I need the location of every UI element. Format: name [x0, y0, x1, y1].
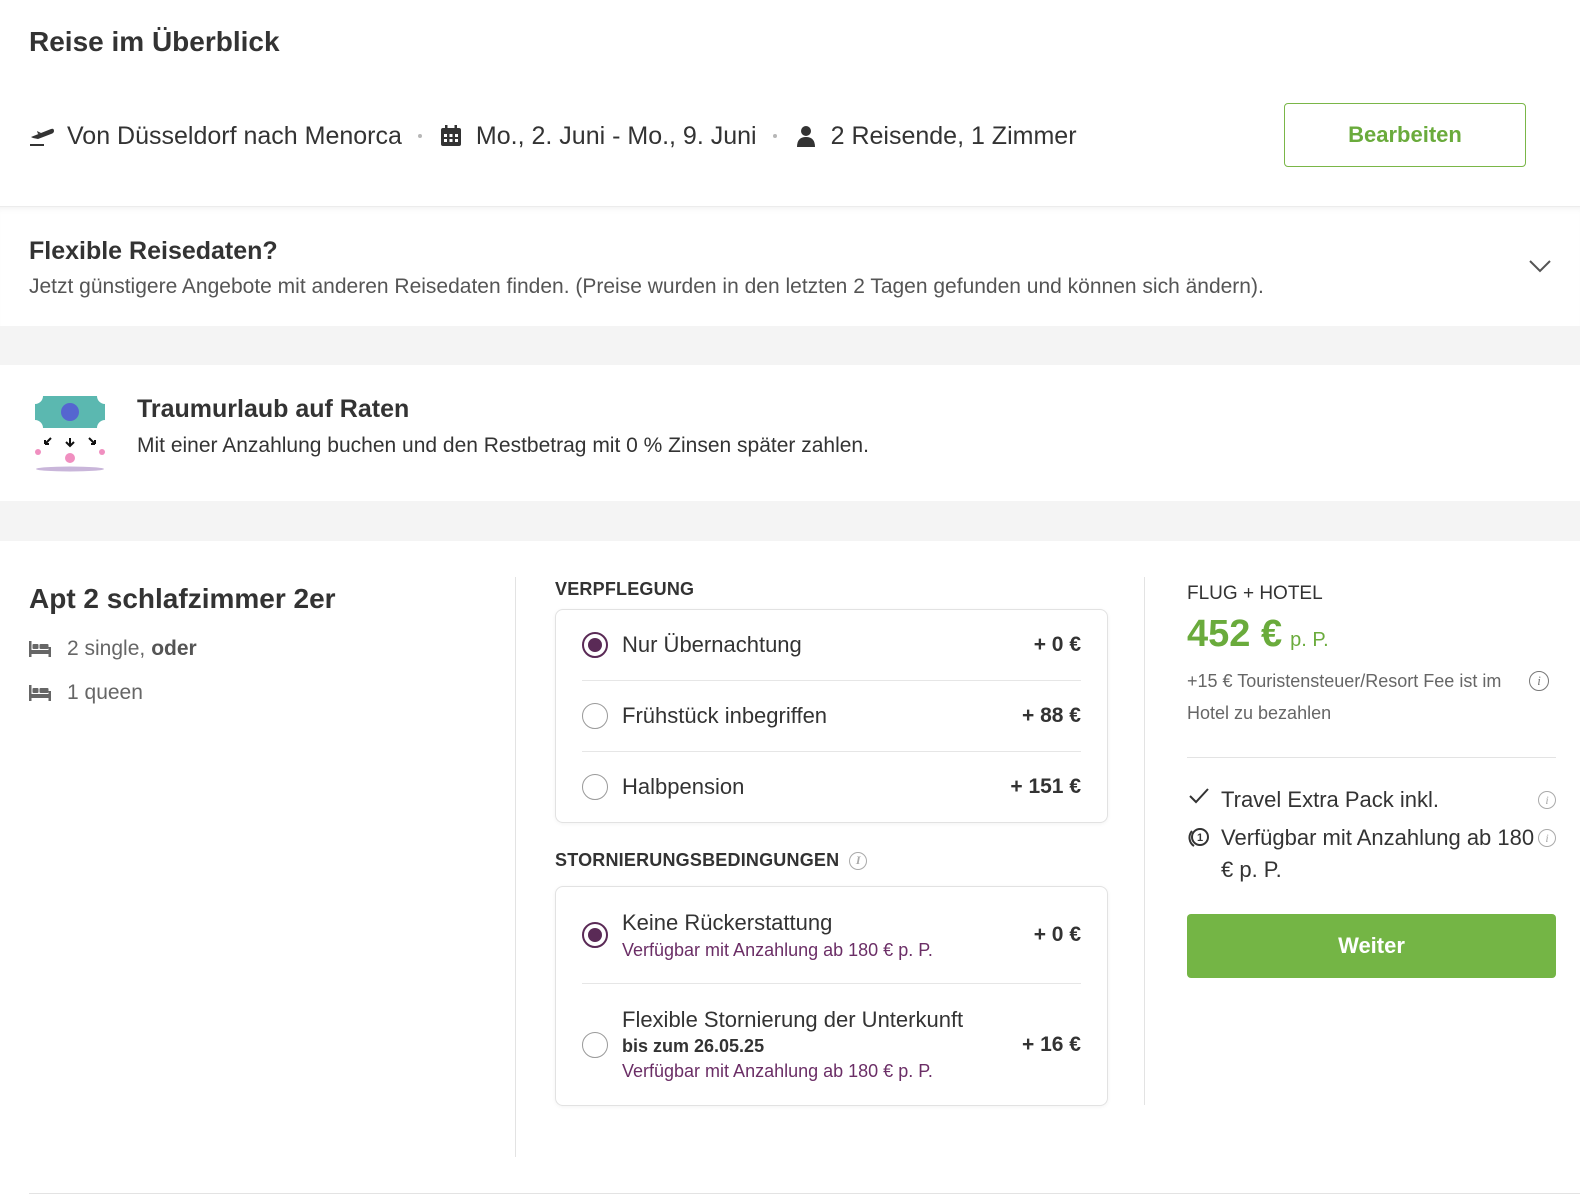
bed-option-single: 2 single, oder: [29, 637, 197, 661]
cancel-option-price: + 0 €: [1033, 923, 1081, 946]
money-installments-icon: [33, 396, 107, 472]
cancellation-label-text: Stornierungsbedingungen: [555, 850, 840, 870]
separator-dot: [417, 134, 422, 138]
radio-unselected[interactable]: [582, 774, 608, 800]
radio-unselected[interactable]: [582, 1031, 608, 1058]
cancel-option-price: + 16 €: [1022, 1032, 1081, 1056]
dates-text: Mo., 2. Juni - Mo., 9. Juni: [475, 121, 757, 150]
dates-segment: Mo., 2. Juni - Mo., 9. Juni: [438, 122, 757, 151]
meal-option-price: + 88 €: [1022, 704, 1081, 727]
feature-text: Verfügbar mit Anzahlung ab 180 € p. P.: [1221, 825, 1535, 882]
chevron-down-icon[interactable]: [1528, 259, 1552, 278]
price-header: FLUG + HOTEL: [1187, 583, 1323, 604]
bed-queen-text: 1 queen: [67, 681, 143, 704]
column-divider: [515, 577, 516, 1157]
info-icon[interactable]: i: [1538, 829, 1556, 847]
meal-option-label: Frühstück inbegriffen: [622, 703, 828, 728]
meal-option-label: Halbpension: [622, 774, 745, 799]
installments-title: Traumurlaub auf Raten: [137, 395, 410, 423]
column-divider: [1144, 577, 1145, 1105]
flexible-dates-panel[interactable]: Flexible Reisedaten? Jetzt günstigere An…: [0, 206, 1580, 326]
meal-option-label: Nur Übernachtung: [622, 632, 802, 657]
tax-note: +15 € Touristensteuer/Resort Fee ist im …: [1187, 665, 1549, 729]
price-per-person: p. P.: [1290, 629, 1329, 651]
route-segment: Von Düsseldorf nach Menorca: [29, 122, 402, 151]
feature-text: Travel Extra Pack inkl.: [1221, 787, 1440, 812]
continue-button[interactable]: Weiter: [1187, 914, 1556, 978]
installments-text: Mit einer Anzahlung buchen und den Restb…: [137, 434, 869, 457]
bed-or-text: oder: [151, 637, 197, 660]
cancel-option-content: Keine Rückerstattung Verfügbar mit Anzah…: [622, 910, 1034, 961]
overview-title: Reise im Überblick: [29, 26, 280, 57]
person-icon: [793, 125, 819, 147]
tax-note-text: +15 € Touristensteuer/Resort Fee ist im …: [1187, 671, 1502, 723]
meals-label: Verpflegung: [555, 579, 695, 599]
meal-option-breakfast[interactable]: Frühstück inbegriffen + 88 €: [582, 680, 1081, 751]
info-icon[interactable]: i: [1529, 671, 1549, 691]
cancel-option-label: Keine Rückerstattung: [622, 909, 833, 935]
radio-selected[interactable]: [582, 922, 608, 948]
route-text: Von Düsseldorf nach Menorca: [67, 121, 402, 150]
info-icon[interactable]: i: [1538, 791, 1556, 809]
calendar-icon: [438, 125, 464, 147]
meal-option-room-only[interactable]: Nur Übernachtung + 0 €: [582, 610, 1081, 680]
meals-options: Nur Übernachtung + 0 € Frühstück inbegri…: [555, 609, 1108, 823]
installments-banner: Traumurlaub auf Raten Mit einer Anzahlun…: [0, 365, 1580, 501]
feature-travel-extra: Travel Extra Pack inkl. i: [1187, 784, 1556, 816]
cancellation-options: Keine Rückerstattung Verfügbar mit Anzah…: [555, 886, 1108, 1106]
price-amount: 452 €: [1187, 613, 1283, 655]
plane-takeoff-icon: [29, 125, 55, 147]
separator-dot: [772, 134, 777, 138]
flexible-dates-title: Flexible Reisedaten?: [29, 237, 278, 265]
room-title: Apt 2 schlafzimmer 2er: [29, 583, 336, 614]
bed-option-queen: 1 queen: [29, 681, 143, 705]
meal-option-price: + 0 €: [1033, 633, 1081, 656]
meal-option-price: + 151 €: [1010, 775, 1081, 798]
checkmark-icon: [1187, 784, 1211, 816]
cancel-option-note: Verfügbar mit Anzahlung ab 180 € p. P.: [622, 939, 933, 960]
coin-icon: 1: [1187, 822, 1211, 886]
cancel-option-no-refund[interactable]: Keine Rückerstattung Verfügbar mit Anzah…: [582, 887, 1081, 983]
cancel-option-flexible[interactable]: Flexible Stornierung der Unterkunft bis …: [582, 983, 1081, 1105]
cancel-option-content: Flexible Stornierung der Unterkunft bis …: [622, 1007, 1022, 1082]
cancellation-label: Stornierungsbedingungen i: [555, 850, 868, 871]
flexible-dates-text: Jetzt günstigere Angebote mit anderen Re…: [29, 275, 1264, 298]
travelers-segment: 2 Reisende, 1 Zimmer: [793, 122, 1077, 151]
meal-option-half-board[interactable]: Halbpension + 151 €: [582, 751, 1081, 822]
bed-icon: [29, 685, 53, 701]
radio-selected[interactable]: [582, 632, 608, 658]
trip-overview: Reise im Überblick Von Düsseldorf nach M…: [0, 0, 1580, 206]
edit-button[interactable]: Bearbeiten: [1284, 103, 1526, 167]
bed-single-text: 2 single,: [67, 637, 146, 660]
svg-text:1: 1: [1197, 832, 1203, 844]
total-price: 452 € p. P.: [1187, 613, 1329, 656]
price-divider: [1187, 757, 1556, 758]
bed-icon: [29, 641, 53, 657]
travelers-text: 2 Reisende, 1 Zimmer: [830, 121, 1077, 150]
cancel-option-label: Flexible Stornierung der Unterkunft: [622, 1007, 964, 1032]
feature-installment: 1 Verfügbar mit Anzahlung ab 180 € p. P.…: [1187, 822, 1556, 886]
cancel-option-date: bis zum 26.05.25: [622, 1036, 765, 1056]
bottom-divider: [29, 1193, 1580, 1194]
room-offer: Apt 2 schlafzimmer 2er 2 single, oder 1 …: [0, 541, 1580, 1204]
info-icon[interactable]: i: [849, 851, 868, 870]
cancel-option-note: Verfügbar mit Anzahlung ab 180 € p. P.: [622, 1061, 933, 1081]
trip-summary: Von Düsseldorf nach Menorca Mo., 2. Juni…: [29, 116, 1077, 156]
radio-unselected[interactable]: [582, 703, 608, 729]
